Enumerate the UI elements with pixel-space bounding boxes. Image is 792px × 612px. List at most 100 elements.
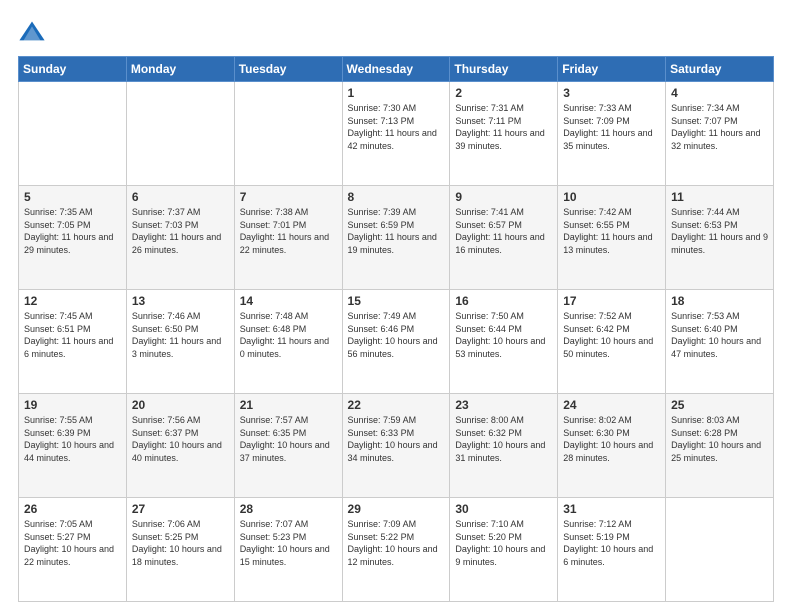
calendar-cell: 6 Sunrise: 7:37 AM Sunset: 7:03 PM Dayli…: [126, 186, 234, 290]
day-number: 30: [455, 502, 552, 516]
logo: [18, 18, 50, 46]
day-number: 12: [24, 294, 121, 308]
day-info: Sunrise: 7:50 AM Sunset: 6:44 PM Dayligh…: [455, 310, 552, 360]
calendar-cell: 26 Sunrise: 7:05 AM Sunset: 5:27 PM Dayl…: [19, 498, 127, 602]
day-info: Sunrise: 7:52 AM Sunset: 6:42 PM Dayligh…: [563, 310, 660, 360]
day-info: Sunrise: 7:06 AM Sunset: 5:25 PM Dayligh…: [132, 518, 229, 568]
calendar-week-row: 19 Sunrise: 7:55 AM Sunset: 6:39 PM Dayl…: [19, 394, 774, 498]
calendar-cell: 5 Sunrise: 7:35 AM Sunset: 7:05 PM Dayli…: [19, 186, 127, 290]
day-info: Sunrise: 7:56 AM Sunset: 6:37 PM Dayligh…: [132, 414, 229, 464]
day-info: Sunrise: 7:39 AM Sunset: 6:59 PM Dayligh…: [348, 206, 445, 256]
day-number: 17: [563, 294, 660, 308]
day-number: 11: [671, 190, 768, 204]
weekday-header: Saturday: [666, 57, 774, 82]
day-number: 4: [671, 86, 768, 100]
day-info: Sunrise: 7:34 AM Sunset: 7:07 PM Dayligh…: [671, 102, 768, 152]
calendar-cell: 23 Sunrise: 8:00 AM Sunset: 6:32 PM Dayl…: [450, 394, 558, 498]
day-number: 5: [24, 190, 121, 204]
day-info: Sunrise: 7:05 AM Sunset: 5:27 PM Dayligh…: [24, 518, 121, 568]
calendar-cell: 12 Sunrise: 7:45 AM Sunset: 6:51 PM Dayl…: [19, 290, 127, 394]
calendar-cell: 28 Sunrise: 7:07 AM Sunset: 5:23 PM Dayl…: [234, 498, 342, 602]
calendar-week-row: 5 Sunrise: 7:35 AM Sunset: 7:05 PM Dayli…: [19, 186, 774, 290]
day-info: Sunrise: 7:49 AM Sunset: 6:46 PM Dayligh…: [348, 310, 445, 360]
day-info: Sunrise: 7:37 AM Sunset: 7:03 PM Dayligh…: [132, 206, 229, 256]
calendar-cell: 9 Sunrise: 7:41 AM Sunset: 6:57 PM Dayli…: [450, 186, 558, 290]
calendar-week-row: 12 Sunrise: 7:45 AM Sunset: 6:51 PM Dayl…: [19, 290, 774, 394]
calendar-cell: 8 Sunrise: 7:39 AM Sunset: 6:59 PM Dayli…: [342, 186, 450, 290]
calendar-cell: 10 Sunrise: 7:42 AM Sunset: 6:55 PM Dayl…: [558, 186, 666, 290]
weekday-header: Friday: [558, 57, 666, 82]
calendar-cell: 4 Sunrise: 7:34 AM Sunset: 7:07 PM Dayli…: [666, 82, 774, 186]
day-info: Sunrise: 7:33 AM Sunset: 7:09 PM Dayligh…: [563, 102, 660, 152]
day-info: Sunrise: 7:09 AM Sunset: 5:22 PM Dayligh…: [348, 518, 445, 568]
day-number: 2: [455, 86, 552, 100]
day-info: Sunrise: 7:48 AM Sunset: 6:48 PM Dayligh…: [240, 310, 337, 360]
day-number: 25: [671, 398, 768, 412]
weekday-header: Wednesday: [342, 57, 450, 82]
calendar-cell: 24 Sunrise: 8:02 AM Sunset: 6:30 PM Dayl…: [558, 394, 666, 498]
day-number: 1: [348, 86, 445, 100]
calendar-cell: 31 Sunrise: 7:12 AM Sunset: 5:19 PM Dayl…: [558, 498, 666, 602]
logo-icon: [18, 18, 46, 46]
day-number: 10: [563, 190, 660, 204]
weekday-header: Sunday: [19, 57, 127, 82]
calendar-cell: 7 Sunrise: 7:38 AM Sunset: 7:01 PM Dayli…: [234, 186, 342, 290]
day-number: 13: [132, 294, 229, 308]
calendar-cell: 2 Sunrise: 7:31 AM Sunset: 7:11 PM Dayli…: [450, 82, 558, 186]
day-info: Sunrise: 7:55 AM Sunset: 6:39 PM Dayligh…: [24, 414, 121, 464]
calendar-cell: 25 Sunrise: 8:03 AM Sunset: 6:28 PM Dayl…: [666, 394, 774, 498]
day-number: 7: [240, 190, 337, 204]
day-number: 15: [348, 294, 445, 308]
calendar-cell: 27 Sunrise: 7:06 AM Sunset: 5:25 PM Dayl…: [126, 498, 234, 602]
calendar-cell: 22 Sunrise: 7:59 AM Sunset: 6:33 PM Dayl…: [342, 394, 450, 498]
day-info: Sunrise: 7:12 AM Sunset: 5:19 PM Dayligh…: [563, 518, 660, 568]
day-number: 9: [455, 190, 552, 204]
calendar-cell: 30 Sunrise: 7:10 AM Sunset: 5:20 PM Dayl…: [450, 498, 558, 602]
calendar-cell: [19, 82, 127, 186]
day-number: 31: [563, 502, 660, 516]
day-info: Sunrise: 8:02 AM Sunset: 6:30 PM Dayligh…: [563, 414, 660, 464]
page-header: [18, 18, 774, 46]
calendar-cell: 11 Sunrise: 7:44 AM Sunset: 6:53 PM Dayl…: [666, 186, 774, 290]
calendar-cell: 19 Sunrise: 7:55 AM Sunset: 6:39 PM Dayl…: [19, 394, 127, 498]
day-info: Sunrise: 8:03 AM Sunset: 6:28 PM Dayligh…: [671, 414, 768, 464]
day-info: Sunrise: 7:35 AM Sunset: 7:05 PM Dayligh…: [24, 206, 121, 256]
calendar-cell: 18 Sunrise: 7:53 AM Sunset: 6:40 PM Dayl…: [666, 290, 774, 394]
day-number: 24: [563, 398, 660, 412]
calendar-table: SundayMondayTuesdayWednesdayThursdayFrid…: [18, 56, 774, 602]
day-number: 14: [240, 294, 337, 308]
day-number: 22: [348, 398, 445, 412]
calendar-cell: 21 Sunrise: 7:57 AM Sunset: 6:35 PM Dayl…: [234, 394, 342, 498]
day-number: 8: [348, 190, 445, 204]
day-number: 20: [132, 398, 229, 412]
day-info: Sunrise: 7:44 AM Sunset: 6:53 PM Dayligh…: [671, 206, 768, 256]
calendar-cell: [666, 498, 774, 602]
calendar-cell: [234, 82, 342, 186]
calendar-cell: 16 Sunrise: 7:50 AM Sunset: 6:44 PM Dayl…: [450, 290, 558, 394]
weekday-header: Monday: [126, 57, 234, 82]
day-number: 26: [24, 502, 121, 516]
day-number: 23: [455, 398, 552, 412]
calendar-week-row: 1 Sunrise: 7:30 AM Sunset: 7:13 PM Dayli…: [19, 82, 774, 186]
day-number: 27: [132, 502, 229, 516]
day-info: Sunrise: 7:46 AM Sunset: 6:50 PM Dayligh…: [132, 310, 229, 360]
calendar-header-row: SundayMondayTuesdayWednesdayThursdayFrid…: [19, 57, 774, 82]
day-number: 18: [671, 294, 768, 308]
calendar-cell: 15 Sunrise: 7:49 AM Sunset: 6:46 PM Dayl…: [342, 290, 450, 394]
calendar-cell: 14 Sunrise: 7:48 AM Sunset: 6:48 PM Dayl…: [234, 290, 342, 394]
day-info: Sunrise: 7:45 AM Sunset: 6:51 PM Dayligh…: [24, 310, 121, 360]
day-info: Sunrise: 7:30 AM Sunset: 7:13 PM Dayligh…: [348, 102, 445, 152]
day-info: Sunrise: 7:53 AM Sunset: 6:40 PM Dayligh…: [671, 310, 768, 360]
day-info: Sunrise: 7:42 AM Sunset: 6:55 PM Dayligh…: [563, 206, 660, 256]
day-number: 3: [563, 86, 660, 100]
day-info: Sunrise: 7:10 AM Sunset: 5:20 PM Dayligh…: [455, 518, 552, 568]
day-number: 29: [348, 502, 445, 516]
calendar-cell: 1 Sunrise: 7:30 AM Sunset: 7:13 PM Dayli…: [342, 82, 450, 186]
calendar-cell: 3 Sunrise: 7:33 AM Sunset: 7:09 PM Dayli…: [558, 82, 666, 186]
weekday-header: Tuesday: [234, 57, 342, 82]
day-number: 19: [24, 398, 121, 412]
day-number: 6: [132, 190, 229, 204]
calendar-cell: 29 Sunrise: 7:09 AM Sunset: 5:22 PM Dayl…: [342, 498, 450, 602]
day-info: Sunrise: 7:07 AM Sunset: 5:23 PM Dayligh…: [240, 518, 337, 568]
day-number: 28: [240, 502, 337, 516]
